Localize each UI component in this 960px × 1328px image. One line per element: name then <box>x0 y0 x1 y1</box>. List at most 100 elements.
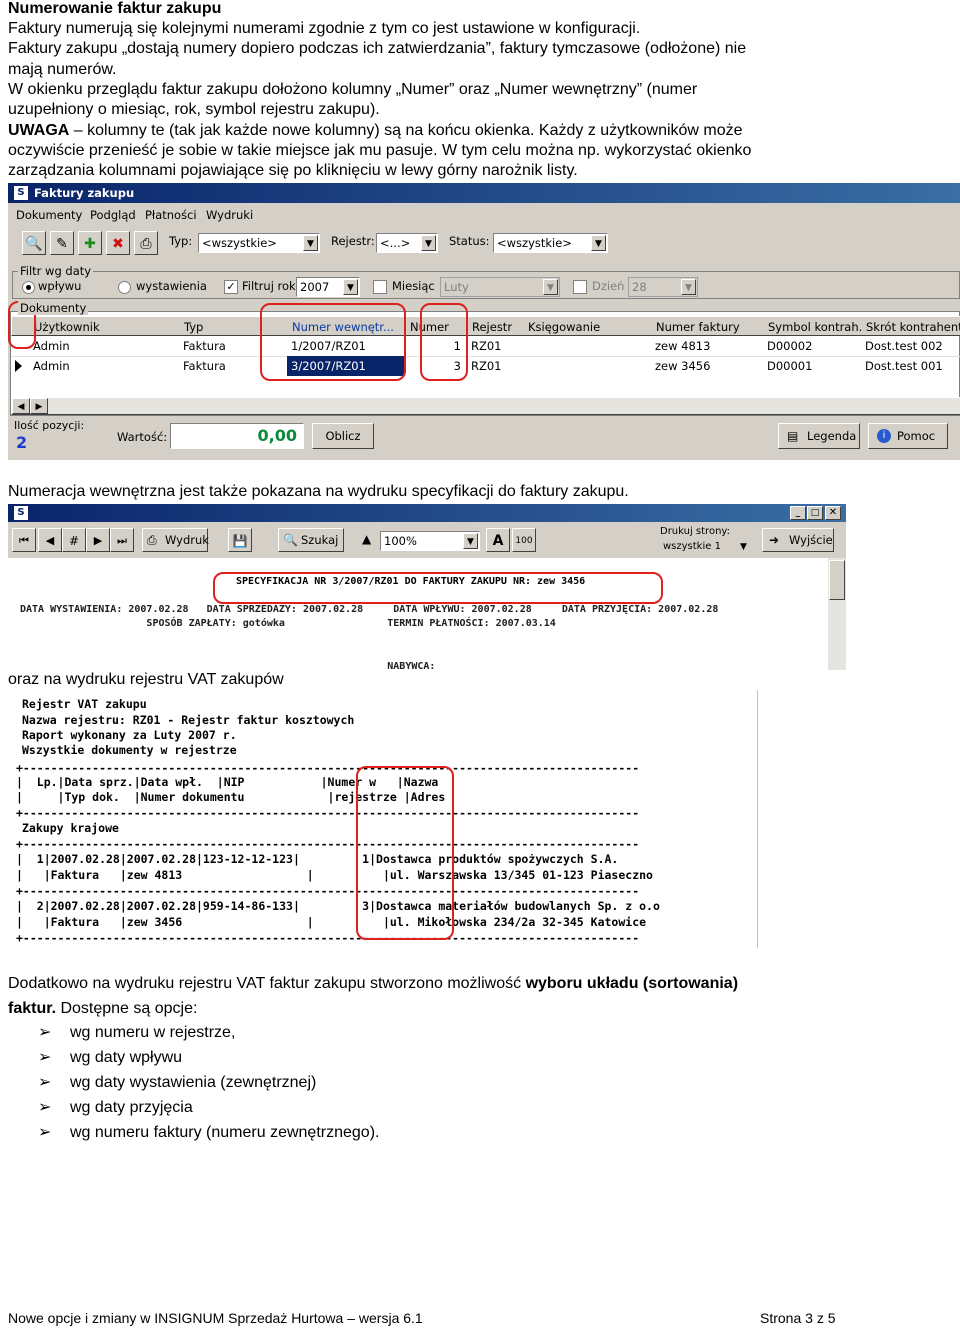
list-item: wg numeru w rejestrze, <box>70 1024 236 1041</box>
scroll-left-icon[interactable]: ◀ <box>12 398 30 414</box>
rok-select[interactable]: 2007 ▼ <box>296 277 360 297</box>
spec-dates: DATA WYSTAWIENIA: 2007.02.28 DATA SPRZED… <box>20 604 719 615</box>
add-icon[interactable]: ✚ <box>78 231 102 255</box>
warning-dash: – <box>69 122 88 139</box>
dzien-select[interactable]: 28 ▼ <box>628 277 698 297</box>
highlight-spec-number <box>213 572 663 604</box>
maximize-icon[interactable]: □ <box>807 506 823 520</box>
delete-icon[interactable]: ✖ <box>106 231 130 255</box>
chevron-down-icon[interactable]: ▼ <box>681 279 696 295</box>
status-select[interactable]: <wszystkie> ▼ <box>493 233 608 253</box>
highlight-numer-wewnetrzny <box>260 303 406 381</box>
drukuj-strony-select[interactable]: wszystkie 1 ▼ <box>660 540 752 556</box>
print-icon[interactable]: ⎙ <box>134 231 158 255</box>
arrow-bullet-icon: ➢ <box>38 1074 52 1091</box>
row-pointer-icon <box>15 360 22 372</box>
column-rejestr[interactable]: Rejestr <box>468 317 524 337</box>
chevron-down-icon[interactable]: ▼ <box>303 235 318 251</box>
report-separator: +---------------------------------------… <box>16 931 640 945</box>
table-row[interactable]: Admin Faktura 1/2007/RZ01 1 RZ01 zew 481… <box>11 336 960 357</box>
column-skrot-kontrahenta[interactable]: Skrót kontrahenta <box>862 317 960 337</box>
status-select-value: <wszystkie> <box>497 236 572 250</box>
scrollbar-thumb[interactable] <box>829 560 845 600</box>
print-icon: ⎙ <box>147 533 157 547</box>
pomoc-button[interactable]: i Pomoc <box>868 423 948 449</box>
view-icon[interactable]: 🔍 <box>22 231 46 255</box>
cell-symbol-kontrahenta: D00002 <box>767 339 813 353</box>
chevron-down-icon[interactable]: ▼ <box>421 235 436 251</box>
wartosc-value: 0,00 <box>170 423 304 449</box>
chevron-down-icon[interactable]: ▼ <box>543 279 558 295</box>
column-uzytkownik[interactable]: Użytkownik <box>30 317 180 337</box>
menu-dokumenty[interactable]: Dokumenty <box>16 208 82 222</box>
chevron-down-icon[interactable]: ▼ <box>463 533 478 549</box>
chevron-down-icon[interactable]: ▼ <box>343 279 358 295</box>
horizontal-scrollbar[interactable]: ◀ ▶ <box>11 397 960 415</box>
radio-wplywu-label: wpływu <box>38 279 82 293</box>
save-icon[interactable]: 💾 <box>228 528 252 552</box>
wyjscie-button[interactable]: ➜ Wyjście <box>762 528 834 552</box>
edit-icon[interactable]: ✎ <box>50 231 74 255</box>
caption-specyfikacja: Numeracja wewnętrzna jest także pokazana… <box>8 483 629 500</box>
column-ksiegowanie[interactable]: Księgowanie <box>524 317 652 337</box>
table-row[interactable]: Admin Faktura 3/2007/RZ01 3 RZ01 zew 345… <box>11 356 960 376</box>
grid-header: Użytkownik Typ Numer wewnętr... Numer Re… <box>11 316 960 336</box>
radio-wplywu[interactable] <box>22 281 35 294</box>
prev-page-icon[interactable]: ◀ <box>38 528 62 552</box>
documents-grid[interactable]: Użytkownik Typ Numer wewnętr... Numer Re… <box>10 311 960 416</box>
window-title: Faktury zakupu <box>34 186 135 200</box>
report-line: Raport wykonany za Luty 2007 r. <box>22 728 237 742</box>
report-title: Rejestr VAT zakupu <box>22 697 147 711</box>
column-symbol-kontrahenta[interactable]: Symbol kontrah... <box>764 317 862 337</box>
drukuj-strony-value: wszystkie 1 <box>663 541 721 552</box>
exit-icon: ➜ <box>769 533 780 547</box>
app-icon: S <box>14 506 28 520</box>
rejestr-label: Rejestr: <box>331 234 375 248</box>
vertical-scrollbar[interactable] <box>828 558 846 670</box>
legenda-button[interactable]: ▤ Legenda <box>778 423 860 449</box>
column-numer-faktury[interactable]: Numer faktury <box>652 317 764 337</box>
report-line: Wszystkie dokumenty w rejestrze <box>22 743 237 757</box>
miesiac-label: Miesiąc <box>392 279 435 293</box>
fit-page-icon[interactable]: 100 <box>512 528 536 552</box>
oblicz-button[interactable]: Oblicz <box>312 423 374 449</box>
last-page-icon[interactable]: ⏭ <box>110 528 134 552</box>
list-item: wg daty wpływu <box>70 1049 183 1066</box>
first-page-icon[interactable]: ⏮ <box>12 528 36 552</box>
menu-podglad[interactable]: Podgląd <box>90 208 136 222</box>
font-size-icon[interactable]: A <box>486 528 510 552</box>
szukaj-button[interactable]: 🔍 Szukaj <box>278 528 344 552</box>
drukuj-strony-label: Drukuj strony: <box>660 526 730 537</box>
cell-skrot-kontrahenta: Dost.test 001 <box>865 359 943 373</box>
rejestr-select[interactable]: <...> ▼ <box>376 233 438 253</box>
arrow-bullet-icon: ➢ <box>38 1049 52 1066</box>
wartosc-label: Wartość: <box>117 430 168 444</box>
report-section: Zakupy krajowe <box>22 821 119 835</box>
scroll-right-icon[interactable]: ▶ <box>30 398 48 414</box>
chevron-down-icon[interactable]: ▼ <box>736 540 751 554</box>
paragraph-line: oczywiście przenieść je sobie w takie mi… <box>8 142 752 159</box>
spec-buyer: NABYWCA: <box>20 661 436 670</box>
minimize-icon[interactable]: _ <box>790 506 806 520</box>
cell-typ: Faktura <box>183 339 226 353</box>
checkbox-filtruj-rok[interactable]: ✓ <box>224 280 238 294</box>
typ-select[interactable]: <wszystkie> ▼ <box>198 233 320 253</box>
menu-wydruki[interactable]: Wydruki <box>206 208 253 222</box>
miesiac-select[interactable]: Luty ▼ <box>440 277 560 297</box>
next-page-icon[interactable]: ▶ <box>86 528 110 552</box>
close-icon[interactable]: ✕ <box>825 506 841 520</box>
radio-wystawienia[interactable] <box>118 281 131 294</box>
wydruk-button[interactable]: ⎙ Wydruk <box>142 528 209 552</box>
warning-line: UWAGA – kolumny te (tak jak każde nowe k… <box>8 121 743 141</box>
zoom-select[interactable]: 100% ▼ <box>380 531 480 551</box>
rejestr-select-value: <...> <box>380 236 411 250</box>
goto-page-icon[interactable]: # <box>62 528 86 552</box>
menu-platnosci[interactable]: Płatności <box>145 208 197 222</box>
checkbox-dzien[interactable] <box>573 280 587 294</box>
chevron-down-icon[interactable]: ▼ <box>591 235 606 251</box>
cell-rejestr: RZ01 <box>471 339 502 353</box>
checkbox-miesiac[interactable] <box>373 280 387 294</box>
cell-typ: Faktura <box>183 359 226 373</box>
pomoc-button-label: Pomoc <box>897 429 936 443</box>
preview-titlebar: S _ □ ✕ <box>8 504 846 522</box>
